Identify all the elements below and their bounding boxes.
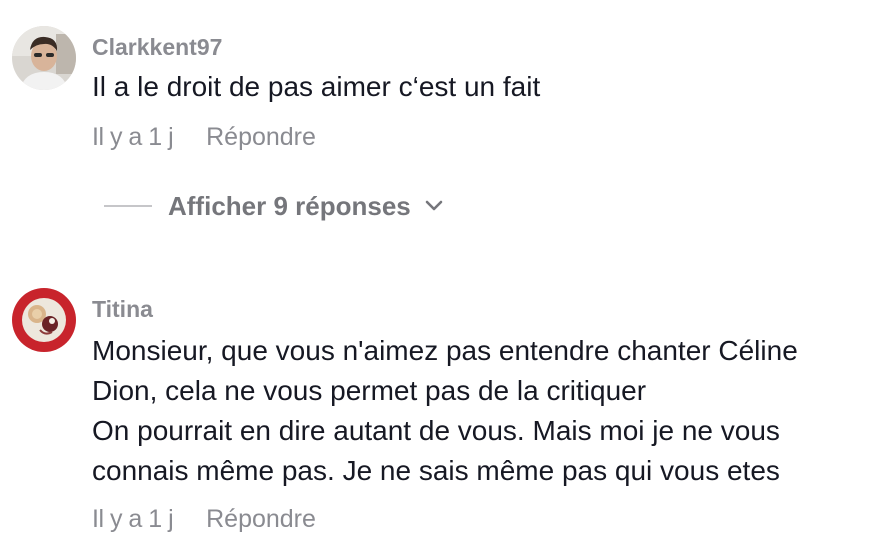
comment-text-line: Dion, cela ne vous permet pas de la crit…: [92, 375, 647, 406]
comment-text-line: connais même pas. Je ne sais même pas qu…: [92, 455, 780, 486]
user-avatar-icon: [12, 26, 76, 90]
comment-text: Monsieur, que vous n'aimez pas entendre …: [92, 331, 882, 491]
comment-text-line: Monsieur, que vous n'aimez pas entendre …: [92, 335, 798, 366]
comment-text-line: On pourrait en dire autant de vous. Mais…: [92, 415, 780, 446]
comment-username[interactable]: Titina: [92, 296, 153, 323]
comment-meta: Il y a 1 j Répondre: [92, 123, 316, 152]
comment-text: Il a le droit de pas aimer c‘est un fait: [92, 67, 882, 107]
user-avatar-icon: [12, 288, 76, 352]
comment-username[interactable]: Clarkkent97: [92, 34, 222, 61]
reply-button[interactable]: Répondre: [206, 505, 316, 533]
replies-divider: [104, 205, 152, 207]
view-replies-button[interactable]: Afficher 9 réponses: [104, 186, 443, 226]
comment-text-line: Il a le droit de pas aimer c‘est un fait: [92, 71, 541, 102]
avatar[interactable]: [12, 288, 76, 352]
avatar[interactable]: [12, 26, 76, 90]
chevron-down-icon: [425, 200, 443, 212]
comment-timestamp: Il y a 1 j: [92, 123, 174, 151]
comment-meta: Il y a 1 j Répondre: [92, 505, 316, 534]
comment-timestamp: Il y a 1 j: [92, 505, 174, 533]
reply-button[interactable]: Répondre: [206, 123, 316, 151]
view-replies-label: Afficher 9 réponses: [168, 190, 411, 221]
